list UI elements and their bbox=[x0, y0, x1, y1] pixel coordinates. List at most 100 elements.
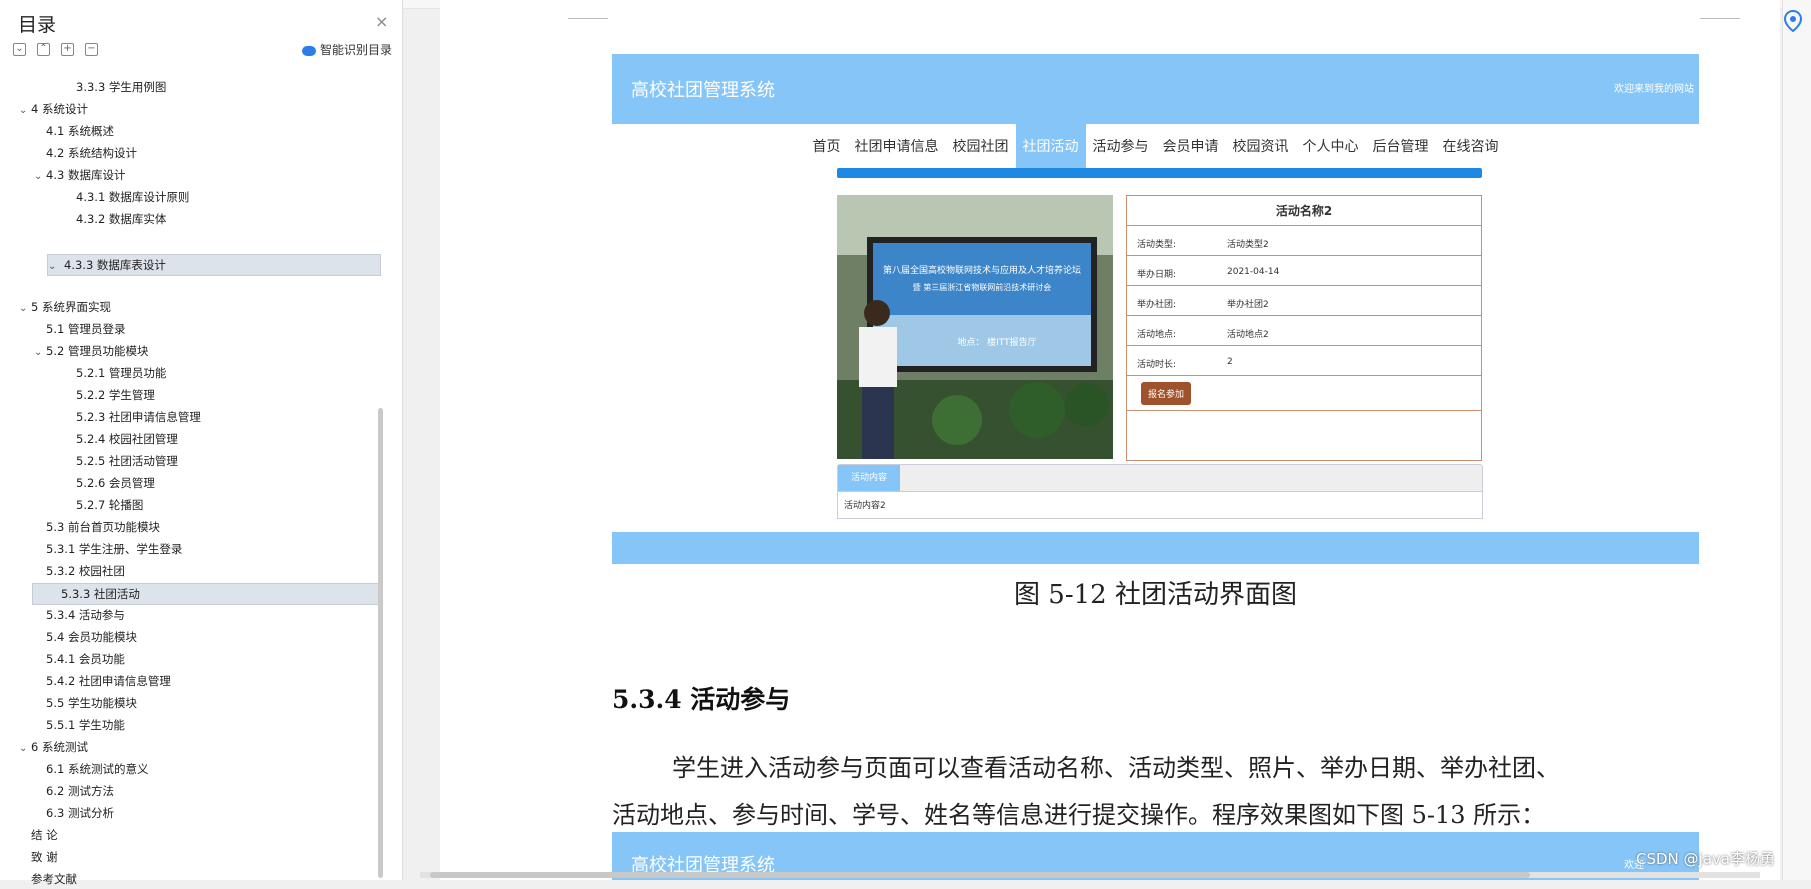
toc-item-label: 5.2.1 管理员功能 bbox=[76, 366, 167, 380]
detail-label: 举办日期: bbox=[1137, 270, 1177, 280]
toc-item[interactable]: 5.2.2 学生管理 bbox=[50, 385, 155, 405]
watermark: CSDN @java李杨勇 bbox=[1636, 850, 1775, 868]
toc-item-label: 6 系统测试 bbox=[31, 740, 88, 754]
detail-row: 活动类型: 活动类型2 bbox=[1127, 225, 1481, 256]
nav-item: 后台管理 bbox=[1372, 139, 1429, 155]
detail-row: 活动时长: 2 bbox=[1127, 345, 1481, 376]
toc-item-label: 4.3 数据库设计 bbox=[46, 168, 126, 182]
nav-item: 在线咨询 bbox=[1442, 139, 1499, 155]
toc-item[interactable]: 5.3.2 校园社团 bbox=[34, 561, 125, 581]
banner-line-1: 第八届全国高校物联网技术与应用及人才培养论坛 bbox=[883, 264, 1081, 276]
detail-label: 举办社团: bbox=[1137, 300, 1177, 310]
toc-item-label: 5.1 管理员登录 bbox=[46, 322, 126, 336]
toc-item-label: 5.2.7 轮播图 bbox=[76, 498, 144, 512]
app-welcome: 欢迎来到我的网站 bbox=[1614, 84, 1694, 95]
smart-toc-label: 智能识别目录 bbox=[320, 43, 393, 57]
horizontal-scrollbar[interactable] bbox=[420, 872, 1760, 878]
toc-item[interactable]: 结 论 bbox=[19, 825, 58, 845]
toc-item-label: 5.3.4 活动参与 bbox=[46, 608, 125, 622]
toc-item[interactable]: 5.3 前台首页功能模块 bbox=[34, 517, 160, 537]
toc-item[interactable]: ⌄ 4.3.3 数据库表设计 bbox=[47, 254, 381, 276]
detail-value: 活动类型2 bbox=[1227, 240, 1269, 250]
toc-item[interactable]: 5.4 会员功能模块 bbox=[34, 627, 137, 647]
page-corner-mark bbox=[568, 8, 608, 19]
toc-item[interactable]: ⌄ 6 系统测试 bbox=[19, 737, 88, 757]
toc-item[interactable]: 6.3 测试分析 bbox=[34, 803, 114, 823]
toc-item[interactable]: 3.3.3 学生用例图 bbox=[50, 77, 166, 97]
detail-label: 活动时长: bbox=[1137, 360, 1177, 370]
detail-label: 活动类型: bbox=[1137, 240, 1177, 250]
toc-item[interactable]: 6.1 系统测试的意义 bbox=[34, 759, 148, 779]
toc-sidebar: 目录 × ⌄ ⌃ + − 智能识别目录 3.3.3 学生用例图 ⌄ 4 系统设计 4.… bbox=[0, 0, 403, 886]
toc-item[interactable]: 4.3.1 数据库设计原则 bbox=[50, 187, 189, 207]
page-corner-mark bbox=[1700, 8, 1740, 19]
toc-item[interactable]: ⌄ 5 系统界面实现 bbox=[19, 297, 111, 317]
nav-item: 校园社团 bbox=[952, 139, 1009, 155]
toc-item[interactable]: 5.3.4 活动参与 bbox=[34, 605, 125, 625]
toc-item[interactable]: 5.2.4 校园社团管理 bbox=[50, 429, 178, 449]
toc-item-label: 5.2.6 会员管理 bbox=[76, 476, 155, 490]
nav-item: 社团申请信息 bbox=[854, 139, 939, 155]
nav-item: 会员申请 bbox=[1162, 139, 1219, 155]
detail-value: 2 bbox=[1227, 357, 1233, 367]
add-level-icon[interactable]: + bbox=[61, 43, 74, 56]
toc-item-label: 5.4.1 会员功能 bbox=[46, 652, 125, 666]
signup-row: 报名参加 bbox=[1127, 375, 1481, 411]
chevron-down-icon[interactable]: ⌄ bbox=[34, 167, 46, 187]
toc-item-label: 6.1 系统测试的意义 bbox=[46, 762, 149, 776]
detail-value: 活动地点2 bbox=[1227, 330, 1269, 340]
content-tab-bar: 活动内容 bbox=[837, 464, 1483, 492]
toc-item[interactable]: 5.2.5 社团活动管理 bbox=[50, 451, 178, 471]
toc-item-label: 4.1 系统概述 bbox=[46, 124, 114, 138]
nav-underline-bar bbox=[837, 168, 1482, 178]
nav-item: 校园资讯 bbox=[1232, 139, 1289, 155]
toc-item[interactable]: 5.2.7 轮播图 bbox=[50, 495, 143, 515]
toc-item[interactable]: ⌄ 4.3 数据库设计 bbox=[34, 165, 125, 185]
expand-up-icon[interactable]: ⌃ bbox=[37, 43, 50, 56]
smart-toc-button[interactable]: 智能识别目录 bbox=[302, 41, 392, 58]
chevron-down-icon[interactable]: ⌄ bbox=[48, 257, 60, 277]
toc-item[interactable]: 4.1 系统概述 bbox=[34, 121, 114, 141]
toc-item[interactable]: 参考文献 bbox=[19, 869, 77, 889]
toc-item[interactable]: 5.2.3 社团申请信息管理 bbox=[50, 407, 201, 427]
app-title: 高校社团管理系统 bbox=[631, 80, 775, 101]
toc-item-label: 5.3.1 学生注册、学生登录 bbox=[46, 542, 183, 556]
toc-item[interactable]: 4.3.2 数据库实体 bbox=[50, 209, 166, 229]
collapse-all-icon[interactable]: ⌄ bbox=[13, 43, 26, 56]
toc-item[interactable]: 5.2.6 会员管理 bbox=[50, 473, 155, 493]
remove-level-icon[interactable]: − bbox=[85, 43, 98, 56]
location-pin-icon[interactable] bbox=[1783, 9, 1804, 34]
embedded-screenshot: 高校社团管理系统 欢迎来到我的网站 首页 社团申请信息 校园社团 社团活动 活动参与 会员… bbox=[612, 54, 1699, 564]
toc-item[interactable]: 4.2 系统结构设计 bbox=[34, 143, 137, 163]
toc-item[interactable]: 致 谢 bbox=[19, 847, 58, 867]
toc-item-label: 5.2.5 社团活动管理 bbox=[76, 454, 178, 468]
chevron-down-icon[interactable]: ⌄ bbox=[19, 101, 31, 121]
toc-item[interactable]: ⌄ 5.2 管理员功能模块 bbox=[34, 341, 148, 361]
app-header: 高校社团管理系统 欢迎来到我的网站 bbox=[612, 54, 1699, 124]
toc-item[interactable]: 5.5.1 学生功能 bbox=[34, 715, 125, 735]
toc-item[interactable]: 5.3.3 社团活动 bbox=[32, 583, 382, 605]
detail-value: 举办社团2 bbox=[1227, 300, 1269, 310]
chevron-down-icon[interactable]: ⌄ bbox=[19, 299, 31, 319]
toc-item[interactable]: 5.2.1 管理员功能 bbox=[50, 363, 166, 383]
toc-item[interactable]: ⌄ 4 系统设计 bbox=[19, 99, 88, 119]
detail-row: 举办日期: 2021-04-14 bbox=[1127, 255, 1481, 286]
nav-item: 个人中心 bbox=[1302, 139, 1359, 155]
horizontal-scrollbar-thumb[interactable] bbox=[430, 872, 1530, 878]
toc-item[interactable]: 5.5 学生功能模块 bbox=[34, 693, 137, 713]
banner-line-2: 暨 第三届浙江省物联网前沿技术研讨会 bbox=[913, 282, 1052, 292]
toc-item-label: 4.3.3 数据库表设计 bbox=[64, 258, 166, 272]
signup-button: 报名参加 bbox=[1141, 382, 1192, 405]
empty-row bbox=[1127, 410, 1481, 460]
toc-item[interactable]: 5.1 管理员登录 bbox=[34, 319, 125, 339]
toc-item[interactable]: 5.4.1 会员功能 bbox=[34, 649, 125, 669]
toc-item-label: 6.2 测试方法 bbox=[46, 784, 114, 798]
close-icon[interactable]: × bbox=[375, 12, 388, 31]
toc-item[interactable]: 5.4.2 社团申请信息管理 bbox=[34, 671, 171, 691]
toc-item[interactable]: 5.3.1 学生注册、学生登录 bbox=[34, 539, 182, 559]
activity-name: 活动名称2 bbox=[1275, 204, 1333, 218]
chevron-down-icon[interactable]: ⌄ bbox=[34, 343, 46, 363]
sidebar-scrollbar[interactable] bbox=[378, 408, 383, 878]
chevron-down-icon[interactable]: ⌄ bbox=[19, 739, 31, 759]
toc-item[interactable]: 6.2 测试方法 bbox=[34, 781, 114, 801]
